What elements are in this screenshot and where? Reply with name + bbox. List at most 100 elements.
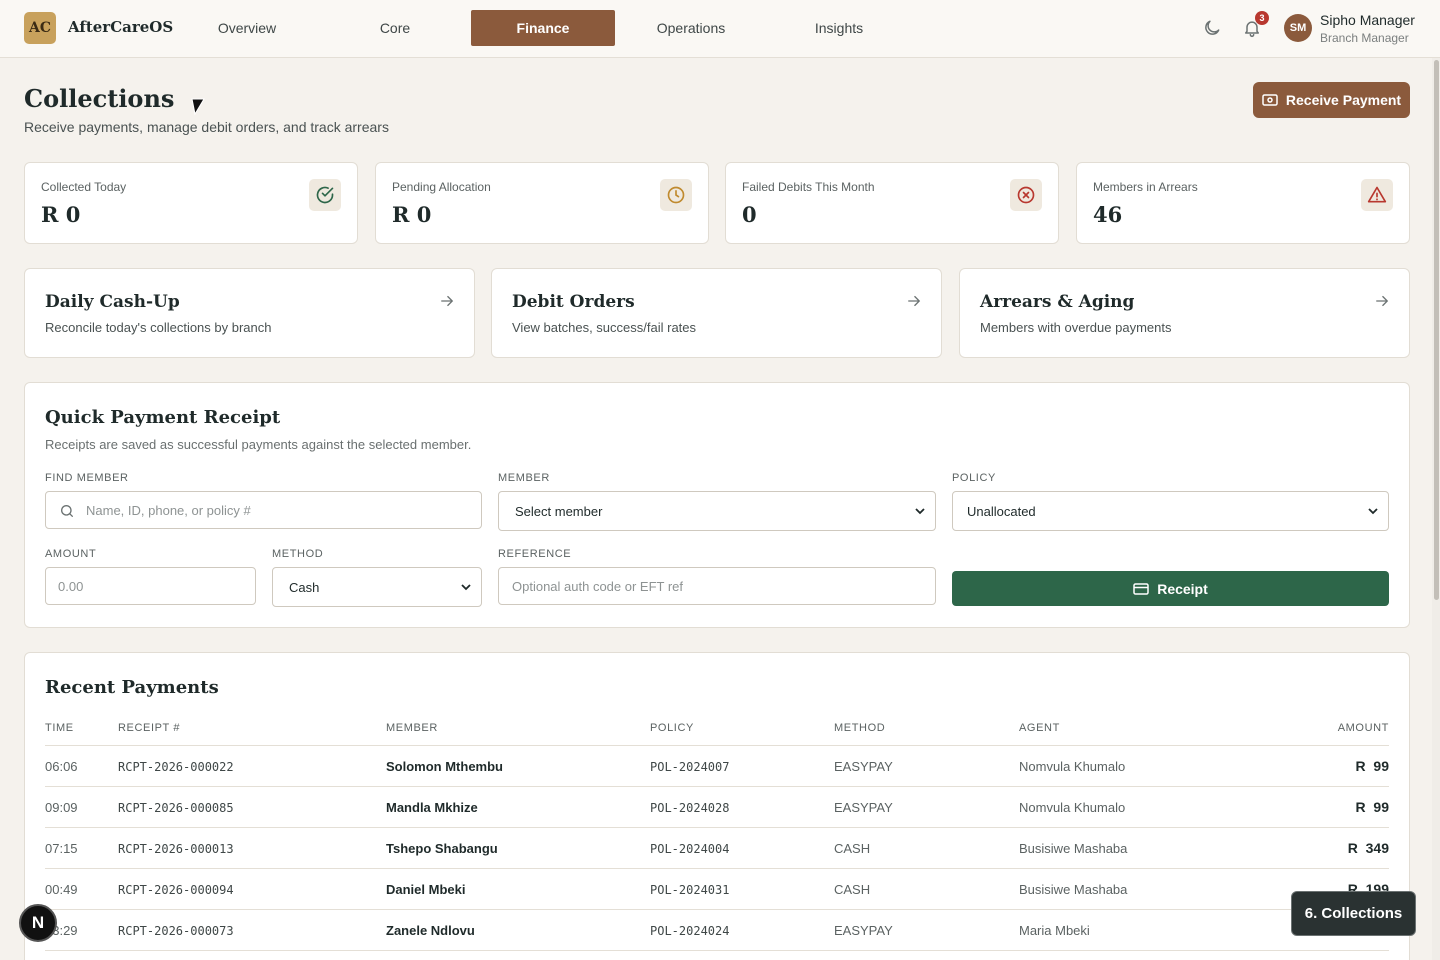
reference-input[interactable]: Optional auth code or EFT ref [498, 567, 936, 605]
reference-label: Reference [498, 548, 572, 560]
cell-receipt: RCPT-2026-000085 [118, 801, 234, 815]
avatar[interactable]: SM [1284, 14, 1312, 42]
policy-select-value: Unallocated [967, 503, 1036, 519]
scrollbar-thumb[interactable] [1434, 60, 1439, 600]
cell-receipt: RCPT-2026-000094 [118, 883, 234, 897]
tab-finance[interactable]: Finance [471, 10, 615, 46]
cell-member[interactable]: Tshepo Shabangu [386, 841, 498, 856]
stat-label: Pending Allocation [392, 180, 491, 194]
column-header-policy[interactable]: Policy [650, 722, 694, 734]
row-divider [45, 786, 1389, 787]
card-subtitle: Reconcile today's collections by branch [45, 320, 272, 335]
card-subtitle: Members with overdue payments [980, 320, 1172, 335]
find-member-placeholder: Name, ID, phone, or policy # [86, 502, 251, 518]
cell-time: 07:15 [45, 841, 78, 856]
cell-member[interactable]: Solomon Mthembu [386, 759, 503, 774]
cell-receipt: RCPT-2026-000013 [118, 842, 234, 856]
stat-card-collected-today: Collected Today R 0 [24, 162, 358, 244]
cell-policy: POL-2024024 [650, 924, 730, 938]
stat-card-members-in-arrears: Members in Arrears 46 [1076, 162, 1410, 244]
page-subtitle: Receive payments, manage debit orders, a… [24, 119, 389, 135]
method-select[interactable]: Cash [272, 567, 482, 607]
member-label: Member [498, 472, 550, 484]
user-name[interactable]: Sipho Manager [1320, 12, 1415, 28]
policy-label: Policy [952, 472, 996, 484]
cell-amount: R 349 [1347, 840, 1389, 856]
column-header-member[interactable]: Member [386, 722, 438, 734]
column-header-amount[interactable]: Amount [1269, 722, 1389, 734]
moon-icon[interactable] [1202, 18, 1222, 38]
cell-method: EASYPAY [834, 800, 893, 815]
chevron-down-icon [1368, 508, 1378, 515]
brand-name[interactable]: AfterCareOS [68, 18, 173, 36]
search-icon [60, 505, 73, 517]
logo[interactable]: AC [24, 12, 56, 44]
cell-amount: R 99 [1355, 799, 1389, 815]
receipt-button-label: Receipt [1157, 580, 1208, 597]
cell-time: 00:49 [45, 882, 78, 897]
column-header-receipt[interactable]: Receipt # [118, 722, 180, 734]
card-title: Debit Orders [512, 292, 635, 312]
cell-agent: Nomvula Khumalo [1019, 759, 1126, 774]
receive-payment-button[interactable]: Receive Payment [1253, 82, 1410, 118]
user-role: Branch Manager [1320, 31, 1409, 45]
n-badge-button[interactable]: N [19, 904, 57, 942]
stat-value: 0 [742, 202, 757, 227]
row-divider [45, 909, 1389, 910]
amount-input[interactable]: 0.00 [45, 567, 256, 605]
amount-label: Amount [45, 548, 97, 560]
panel-title: Recent Payments [45, 677, 219, 698]
cell-member[interactable]: Mandla Mkhize [386, 800, 478, 815]
cell-amount: R 99 [1355, 758, 1389, 774]
cell-policy: POL-2024031 [650, 883, 730, 897]
column-header-time[interactable]: Time [45, 722, 74, 734]
stat-card-failed-debits: Failed Debits This Month 0 [725, 162, 1059, 244]
header-divider [45, 745, 1389, 746]
cell-member[interactable]: Daniel Mbeki [386, 882, 465, 897]
step-toast: 6. Collections [1291, 891, 1416, 936]
method-select-value: Cash [289, 579, 320, 595]
find-member-input[interactable]: Name, ID, phone, or policy # [45, 491, 482, 529]
tab-insights[interactable]: Insights [767, 10, 911, 46]
stat-card-pending-allocation: Pending Allocation R 0 [375, 162, 709, 244]
daily-cash-up-card[interactable]: Daily Cash-Up Reconcile today's collecti… [24, 268, 475, 358]
stat-value: 46 [1093, 202, 1123, 227]
cell-method: EASYPAY [834, 759, 893, 774]
column-header-method[interactable]: Method [834, 722, 885, 734]
tab-overview[interactable]: Overview [175, 10, 319, 46]
tab-core[interactable]: Core [323, 10, 467, 46]
card-title: Daily Cash-Up [45, 292, 180, 312]
column-header-agent[interactable]: Agent [1019, 722, 1060, 734]
policy-select[interactable]: Unallocated [952, 491, 1389, 531]
cell-method: EASYPAY [834, 923, 893, 938]
stat-label: Collected Today [41, 180, 127, 194]
panel-title: Quick Payment Receipt [45, 407, 281, 428]
debit-orders-card[interactable]: Debit Orders View batches, success/fail … [491, 268, 942, 358]
mouse-cursor-icon [191, 98, 205, 116]
clock-icon [660, 179, 692, 211]
arrow-right-icon [908, 295, 921, 307]
cell-policy: POL-2024007 [650, 760, 730, 774]
receipt-button[interactable]: Receipt [952, 571, 1389, 606]
x-circle-icon [1010, 179, 1042, 211]
credit-card-icon [1133, 582, 1149, 595]
check-circle-icon [309, 179, 341, 211]
cell-agent: Maria Mbeki [1019, 923, 1090, 938]
tab-operations[interactable]: Operations [619, 10, 763, 46]
cell-member[interactable]: Zanele Ndlovu [386, 923, 475, 938]
cash-icon [1262, 94, 1278, 106]
cell-policy: POL-2024004 [650, 842, 730, 856]
chevron-down-icon [915, 508, 925, 515]
cell-agent: Nomvula Khumalo [1019, 800, 1126, 815]
arrears-aging-card[interactable]: Arrears & Aging Members with overdue pay… [959, 268, 1410, 358]
cell-method: CASH [834, 882, 871, 897]
row-divider [45, 868, 1389, 869]
method-label: Method [272, 548, 324, 560]
row-divider [45, 950, 1389, 951]
cell-agent: Busisiwe Mashaba [1019, 841, 1128, 856]
warning-triangle-icon [1361, 179, 1393, 211]
page-title: Collections [24, 84, 175, 113]
arrow-right-icon [441, 295, 454, 307]
member-select[interactable]: Select member [498, 491, 936, 531]
stat-label: Members in Arrears [1093, 180, 1198, 194]
